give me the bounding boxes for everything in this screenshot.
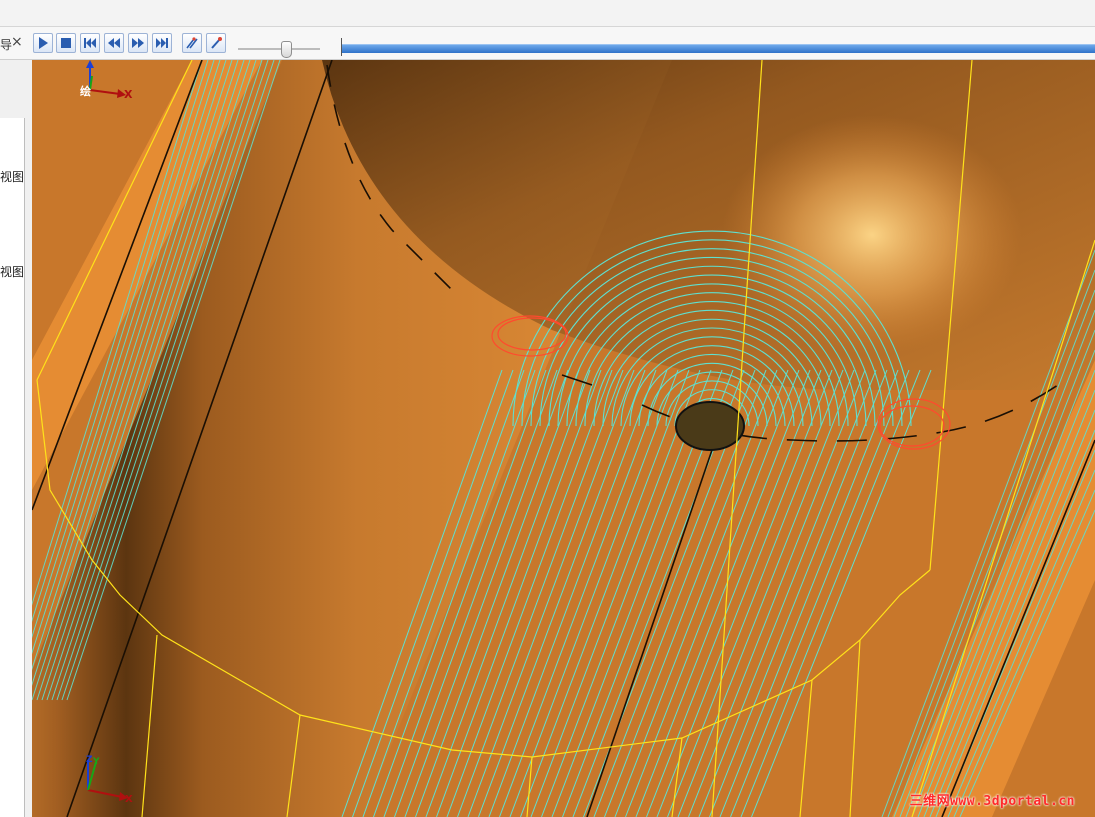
step-back-button[interactable] [104,33,124,53]
skip-to-start-button[interactable] [80,33,100,53]
view-item-2[interactable]: 视图 [0,263,24,280]
machining-scene: X 绘 Z Y X [32,60,1095,817]
stop-button[interactable] [56,33,76,53]
view-item-1[interactable]: 视图 [0,168,24,185]
axis-z-label: Z [86,755,93,765]
axis-x-label: X [124,88,133,101]
play-button[interactable] [33,33,53,53]
skip-end-icon [156,38,168,48]
axis-y-label: Y [92,757,100,767]
speed-slider-thumb[interactable] [281,41,292,58]
window-title-strip [0,0,1095,27]
step-back-icon [108,38,120,48]
watermark-text: 三维网www.3dportal.cn [909,794,1075,809]
toolpath-display-toggle[interactable] [182,33,202,53]
step-forward-icon [132,38,144,48]
panel-close-button[interactable]: × [11,34,23,50]
stop-icon [61,38,71,48]
step-forward-button[interactable] [128,33,148,53]
play-icon [39,37,48,49]
skip-to-end-button[interactable] [152,33,172,53]
left-navigation-panel: 视图 视图 [0,118,25,817]
skip-start-icon [84,38,96,48]
speed-slider-track[interactable] [238,48,320,50]
simulation-progress-bar[interactable] [342,44,1095,53]
tool-display-toggle[interactable] [206,33,226,53]
toolpath-icon [186,37,198,49]
axis-view-label: 绘 [80,84,91,98]
axis-x-label-bottom: X [125,794,133,805]
3d-viewport[interactable]: X 绘 Z Y X 三维网www.3dportal.cn [32,60,1095,817]
tool-icon [211,37,222,49]
